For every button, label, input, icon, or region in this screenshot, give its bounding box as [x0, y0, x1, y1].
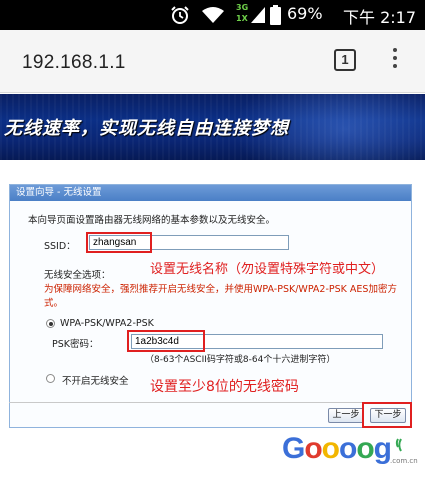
radio-wpa[interactable] [46, 319, 55, 328]
network-type-top: 3G [236, 3, 249, 12]
overflow-menu-icon[interactable] [388, 48, 402, 74]
security-options-label: 无线安全选项： [44, 270, 111, 281]
address-bar[interactable]: 192.168.1.1 [22, 52, 126, 74]
wizard-description: 本向导页面设置路由器无线网络的基本参数以及无线安全。 [28, 215, 276, 226]
radio-no-security[interactable] [46, 374, 55, 383]
panel-title: 设置向导 - 无线设置 [10, 185, 411, 201]
watermark-logo: Goooog .com.cn [282, 432, 422, 472]
panel-divider [9, 402, 412, 403]
clock: 下午 2:17 [343, 8, 417, 27]
psk-label: PSK密码： [52, 339, 99, 350]
security-warning: 为保障网络安全，强烈推荐开启无线安全，并使用WPA-PSK/WPA2-PSK A… [44, 284, 397, 309]
signal-icon [251, 7, 265, 23]
next-step-highlight-box [362, 402, 412, 428]
watermark-signal-icon [395, 438, 402, 452]
battery-percent: 69% [287, 4, 323, 23]
banner-slogan: 无线速率，实现无线自由连接梦想 [4, 118, 289, 139]
status-bar: 3G 1X 69% 下午 2:17 [0, 0, 425, 30]
ssid-annotation: 设置无线名称（勿设置特殊字符或中文） [150, 262, 385, 277]
battery-icon [270, 5, 281, 25]
watermark-brand: Goooog [282, 432, 392, 465]
router-banner: 无线速率，实现无线自由连接梦想 [0, 94, 425, 160]
watermark-suffix: .com.cn [390, 457, 418, 465]
alarm-icon [171, 6, 189, 24]
ssid-highlight-box [86, 232, 152, 253]
option-none-label: 不开启无线安全 [62, 376, 129, 387]
option-wpa-label: WPA-PSK/WPA2-PSK [60, 318, 154, 329]
wifi-icon [202, 7, 224, 23]
network-type-bottom: 1X [236, 14, 248, 23]
psk-annotation: 设置至少8位的无线密码 [150, 379, 299, 395]
prev-step-button[interactable]: 上一步 [328, 408, 364, 423]
psk-highlight-box [127, 330, 205, 352]
tab-switcher-button[interactable]: 1 [334, 49, 356, 71]
psk-hint: （8-63个ASCII码字符或8-64个十六进制字符） [145, 355, 336, 365]
ssid-label: SSID： [44, 241, 76, 252]
